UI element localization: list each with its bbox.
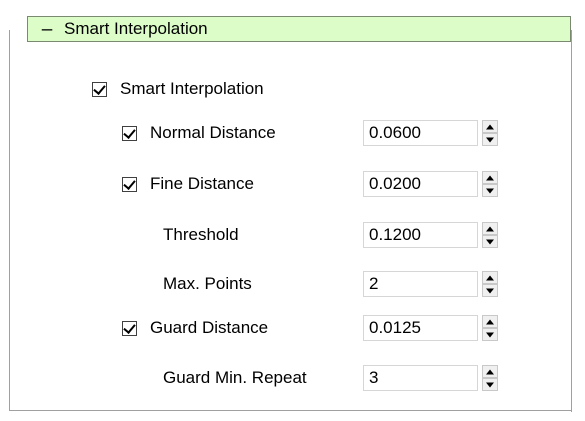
max-points-input[interactable] — [363, 271, 478, 297]
group-header[interactable]: – Smart Interpolation — [27, 16, 571, 42]
max-points-label: Max. Points — [163, 274, 252, 293]
max-points-spinner[interactable] — [363, 271, 502, 297]
spin-up-icon[interactable] — [482, 171, 498, 184]
normal-distance-spinner[interactable] — [363, 120, 502, 146]
spin-down-icon[interactable] — [482, 328, 498, 341]
collapse-icon[interactable]: – — [38, 20, 56, 39]
threshold-row: Threshold — [163, 222, 239, 248]
guard-distance-spin-buttons[interactable] — [482, 315, 498, 341]
spin-down-icon[interactable] — [482, 235, 498, 248]
fine-distance-input[interactable] — [363, 171, 478, 197]
guard-min-repeat-spinner[interactable] — [363, 365, 502, 391]
group-box-right-border — [571, 30, 572, 412]
threshold-input[interactable] — [363, 222, 478, 248]
fine-distance-label: Fine Distance — [150, 174, 254, 193]
spin-up-icon[interactable] — [482, 365, 498, 378]
smart-interpolation-label: Smart Interpolation — [120, 79, 264, 98]
guard-min-repeat-spin-buttons[interactable] — [482, 365, 498, 391]
fine-distance-spin-buttons[interactable] — [482, 171, 498, 197]
normal-distance-label: Normal Distance — [150, 123, 276, 142]
normal-distance-spin-buttons[interactable] — [482, 120, 498, 146]
group-title: Smart Interpolation — [64, 19, 208, 38]
threshold-spinner[interactable] — [363, 222, 502, 248]
spin-up-icon[interactable] — [482, 222, 498, 235]
guard-min-repeat-label: Guard Min. Repeat — [163, 368, 307, 387]
guard-distance-row: Guard Distance — [122, 315, 268, 341]
normal-distance-row: Normal Distance — [122, 120, 276, 146]
spin-down-icon[interactable] — [482, 184, 498, 197]
guard-distance-spinner[interactable] — [363, 315, 502, 341]
threshold-spin-buttons[interactable] — [482, 222, 498, 248]
guard-min-repeat-row: Guard Min. Repeat — [163, 365, 307, 391]
threshold-label: Threshold — [163, 225, 239, 244]
normal-distance-input[interactable] — [363, 120, 478, 146]
fine-distance-row: Fine Distance — [122, 171, 254, 197]
smart-interpolation-checkbox[interactable] — [92, 81, 107, 97]
guard-min-repeat-input[interactable] — [363, 365, 478, 391]
spin-down-icon[interactable] — [482, 133, 498, 146]
spin-up-icon[interactable] — [482, 315, 498, 328]
spin-down-icon[interactable] — [482, 378, 498, 391]
guard-distance-checkbox[interactable] — [122, 320, 137, 336]
guard-distance-label: Guard Distance — [150, 318, 269, 337]
spin-up-icon[interactable] — [482, 120, 498, 133]
normal-distance-checkbox[interactable] — [122, 125, 137, 141]
spin-up-icon[interactable] — [482, 271, 498, 284]
max-points-spin-buttons[interactable] — [482, 271, 498, 297]
max-points-row: Max. Points — [163, 271, 252, 297]
spin-down-icon[interactable] — [482, 284, 498, 297]
fine-distance-checkbox[interactable] — [122, 176, 137, 192]
smart-interpolation-row[interactable]: Smart Interpolation — [92, 76, 264, 102]
guard-distance-input[interactable] — [363, 315, 478, 341]
fine-distance-spinner[interactable] — [363, 171, 502, 197]
